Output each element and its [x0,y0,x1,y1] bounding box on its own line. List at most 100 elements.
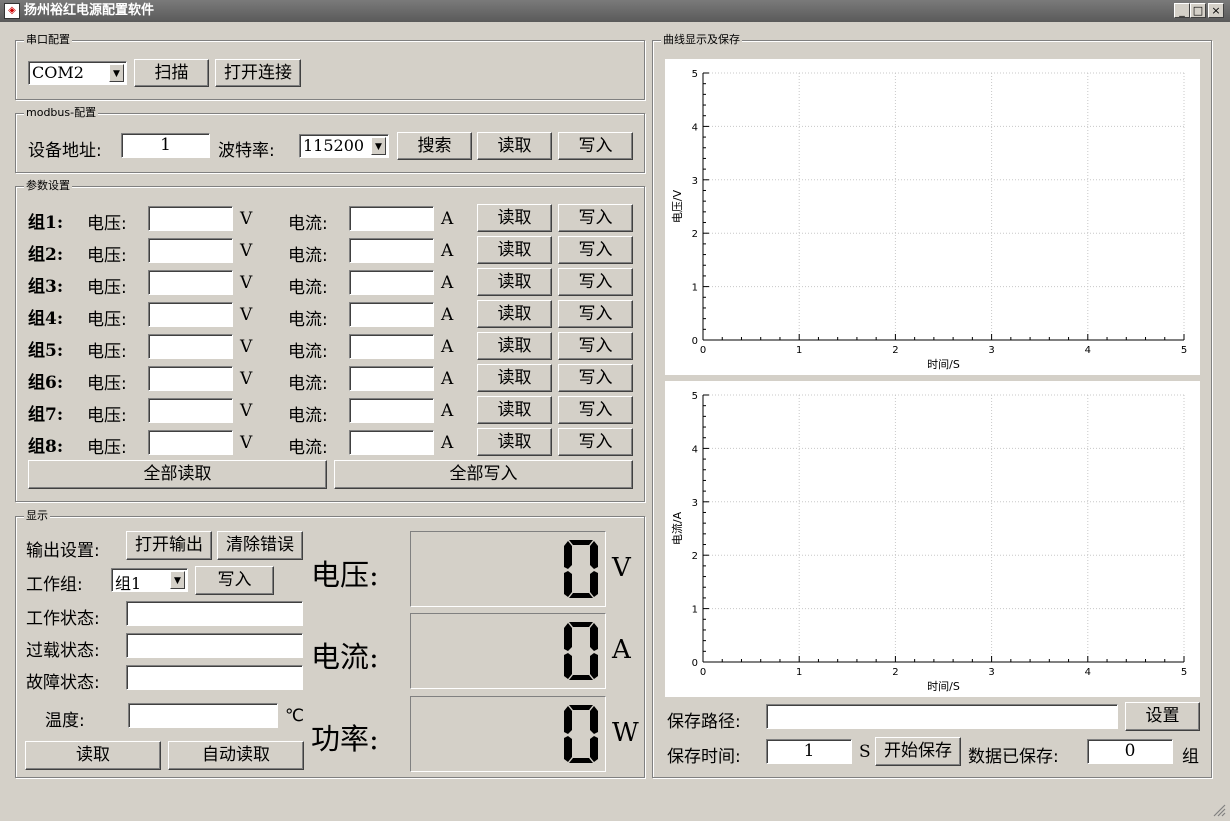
row-read-button[interactable]: 读取 [477,268,552,296]
current-unit-label: A [441,241,454,261]
group-name-label: 组7: [28,405,64,425]
row-read-button[interactable]: 读取 [477,332,552,360]
x-tick-label: 4 [1085,667,1091,678]
row-read-button[interactable]: 读取 [477,204,552,232]
work-state-field[interactable] [126,601,303,626]
chevron-down-icon[interactable]: ▼ [371,137,386,155]
work-group-select[interactable]: 组1 ▼ [111,568,188,593]
fault-state-field[interactable] [126,665,303,690]
x-axis-label: 时间/S [927,358,960,371]
voltage-input[interactable] [148,430,233,455]
work-group-label: 工作组: [26,575,83,595]
lcd-segment [569,540,593,545]
current-unit-label: A [441,305,454,325]
y-axis-label: 电压/V [671,189,684,223]
row-write-button[interactable]: 写入 [558,332,633,360]
current-input[interactable] [349,366,434,391]
scan-button[interactable]: 扫描 [134,59,209,87]
window-title: 扬州裕红电源配置软件 [24,3,155,18]
voltage-input[interactable] [148,398,233,423]
current-input[interactable] [349,398,434,423]
row-write-button[interactable]: 写入 [558,300,633,328]
save-time-field[interactable]: 1 [766,739,852,764]
voltage-input[interactable] [148,270,233,295]
row-write-button[interactable]: 写入 [558,428,633,456]
current-label: 电流: [288,246,328,266]
start-save-button[interactable]: 开始保存 [875,737,961,766]
close-button[interactable]: × [1208,3,1224,18]
voltage-label: 电压: [87,438,127,458]
param-settings-label: 参数设置 [24,179,72,192]
minimize-button[interactable]: _ [1174,3,1190,18]
search-button[interactable]: 搜索 [397,132,472,160]
y-tick-label: 5 [692,69,698,80]
voltage-unit-label: V [240,241,253,261]
current-input[interactable] [349,270,434,295]
x-tick-label: 0 [700,345,706,356]
current-input[interactable] [349,334,434,359]
set-path-button[interactable]: 设置 [1125,702,1200,731]
lcd-segment [564,541,572,569]
row-read-button[interactable]: 读取 [477,300,552,328]
voltage-label: 电压: [87,246,127,266]
row-write-button[interactable]: 写入 [558,236,633,264]
chevron-down-icon[interactable]: ▼ [109,64,124,82]
voltage-label: 电压: [87,406,127,426]
x-tick-label: 0 [700,667,706,678]
row-read-button[interactable]: 读取 [477,364,552,392]
voltage-unit-label: V [240,273,253,293]
voltage-input[interactable] [148,206,233,231]
voltage-input[interactable] [148,334,233,359]
modbus-write-button[interactable]: 写入 [558,132,633,160]
write-all-button[interactable]: 全部写入 [334,460,633,489]
current-input[interactable] [349,302,434,327]
current-label: 电流: [288,310,328,330]
saved-count-field[interactable]: 0 [1087,739,1173,764]
voltage-label: 电压: [87,374,127,394]
read-all-button[interactable]: 全部读取 [28,460,327,489]
overload-state-field[interactable] [126,633,303,658]
work-group-write-button[interactable]: 写入 [195,566,274,595]
current-input[interactable] [349,206,434,231]
y-tick-label: 4 [692,122,698,133]
open-output-button[interactable]: 打开输出 [126,531,212,560]
baud-rate-select[interactable]: 115200 ▼ [299,134,389,158]
row-write-button[interactable]: 写入 [558,364,633,392]
temperature-field[interactable] [128,703,278,728]
clear-error-button[interactable]: 清除错误 [217,531,303,560]
modbus-read-button[interactable]: 读取 [477,132,552,160]
row-read-button[interactable]: 读取 [477,428,552,456]
maximize-button[interactable]: □ [1190,3,1206,18]
auto-read-button[interactable]: 自动读取 [168,741,304,770]
save-path-field[interactable] [766,704,1118,729]
row-read-button[interactable]: 读取 [477,396,552,424]
row-read-button[interactable]: 读取 [477,236,552,264]
current-input[interactable] [349,430,434,455]
group-name-label: 组1: [28,213,64,233]
voltage-input[interactable] [148,366,233,391]
chevron-down-icon[interactable]: ▼ [170,571,185,589]
voltage-unit-label: V [240,401,253,421]
lcd-segment [590,736,598,762]
lcd-segment [590,571,598,597]
open-connection-button[interactable]: 打开连接 [215,59,301,87]
y-tick-label: 3 [692,498,698,509]
current-input[interactable] [349,238,434,263]
voltage-unit-label: V [240,305,253,325]
current-label: 电流: [288,406,328,426]
display-read-button[interactable]: 读取 [25,741,161,770]
row-write-button[interactable]: 写入 [558,396,633,424]
port-select[interactable]: COM2 ▼ [28,61,127,85]
voltage-chart-svg: 0 1 2 3 4 5 0 1 2 3 4 5 时间/S 电压/V [671,69,1187,371]
row-write-button[interactable]: 写入 [558,268,633,296]
group-name-label: 组4: [28,309,64,329]
resize-grip-icon[interactable] [1212,802,1226,817]
y-tick-label: 1 [692,605,698,616]
voltage-input[interactable] [148,238,233,263]
group-name-label: 组5: [28,341,64,361]
current-unit-label: A [441,369,454,389]
device-address-input[interactable]: 1 [121,133,210,158]
row-write-button[interactable]: 写入 [558,204,633,232]
y-tick-label: 4 [692,444,698,455]
voltage-input[interactable] [148,302,233,327]
